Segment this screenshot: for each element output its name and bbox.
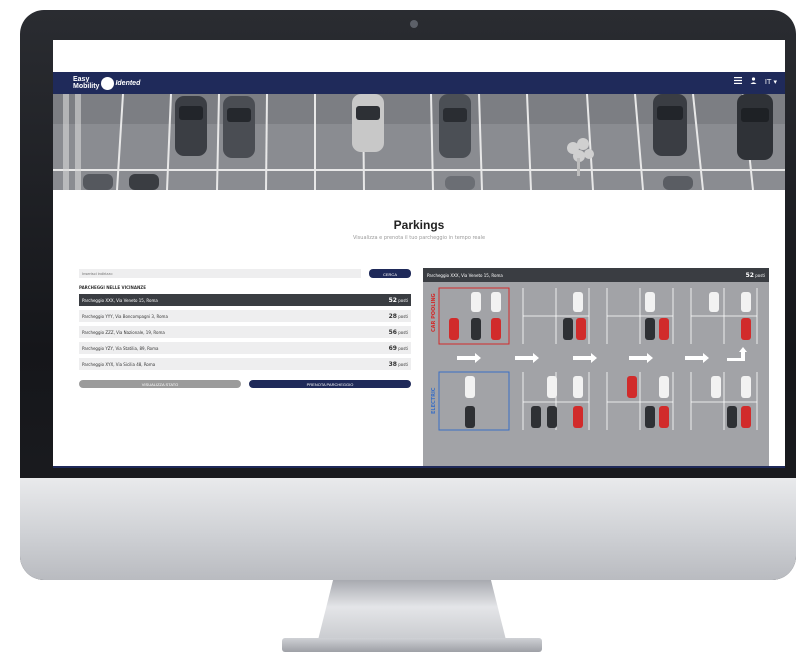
car-pooling-label: CAR POOLING [431,293,437,332]
parking-name: Parcheggio YYY, Via Boncompagni 3, Roma [82,313,168,319]
hero-banner-parking-photo [53,94,785,190]
monitor-base [282,638,542,652]
parking-count: 38 [388,360,397,368]
parking-count: 28 [388,312,397,320]
top-navbar: Easy Mobility Idented IT ▾ [53,72,785,94]
footer-band [53,466,785,468]
parking-capacity: 38 posti [389,361,408,368]
parking-count: 69 [388,344,397,352]
parking-capacity: 28 posti [389,313,408,320]
parking-capacity: 56 posti [389,329,408,336]
webcam [410,20,418,28]
parking-unit: posti [398,313,408,319]
monitor-chin [20,478,796,580]
chevron-down-icon: ▾ [771,77,777,86]
book-parking-button[interactable]: PRENOTA PARCHEGGIO [249,380,411,388]
logo-line-2: Mobility [73,83,100,90]
view-state-button[interactable]: VISUALIZZA STATO [79,380,241,388]
screen: Easy Mobility Idented IT ▾ Parkings Visu… [53,40,785,468]
logo[interactable]: Easy Mobility Idented [73,74,140,92]
search-button[interactable]: CERCA [369,269,411,278]
parking-capacity: 69 posti [389,345,408,352]
parking-list-item[interactable]: Parcheggio XXX, Via Veneto 15, Roma 52 p… [79,294,411,306]
parking-capacity: 52 posti [389,297,408,304]
page-title: Parkings [393,218,445,232]
page-subtitle: Visualizza e prenota il tuo parcheggio i… [352,235,486,241]
parking-name: Parcheggio YZY, Via Statilia, 89, Roma [82,345,159,351]
monitor-stand [318,580,506,640]
parking-name: Parcheggio XXX, Via Veneto 15, Roma [82,297,158,303]
parking-count: 56 [388,328,397,336]
language-selector[interactable]: IT ▾ [765,78,777,86]
user-icon[interactable] [750,77,757,86]
parking-map-header: Parcheggio XXX, Via Veneto 15, Roma 52 p… [423,268,769,282]
parking-name: Parcheggio ZZZ, Via Nazionale, 19, Roma [82,329,165,335]
parking-list-item[interactable]: Parcheggio ZZZ, Via Nazionale, 19, Roma … [79,326,411,338]
electric-label: ELECTRIC [431,387,437,414]
parking-list-item[interactable]: Parcheggio YZY, Via Statilia, 89, Roma 6… [79,342,411,354]
parking-list-item[interactable]: Parcheggio XYX, Via Sicilia 48, Roma 38 … [79,358,411,370]
parking-map-capacity: 52 posti [746,272,765,279]
parking-list-item[interactable]: Parcheggio YYY, Via Boncompagni 3, Roma … [79,310,411,322]
parking-list: Parcheggio XXX, Via Veneto 15, Roma 52 p… [79,294,411,374]
parking-unit: posti [398,297,408,303]
parking-map-title: Parcheggio XXX, Via Veneto 15, Roma [427,272,503,278]
parking-name: Parcheggio XYX, Via Sicilia 48, Roma [82,361,156,367]
logo-line-1: Easy [73,76,90,83]
logo-brand: Idented [115,79,141,87]
menu-icon[interactable] [733,77,742,86]
parking-unit: posti [398,329,408,335]
nearby-parkings-header: PARCHEGGI NELLE VICINANZE [79,285,146,290]
parking-layout-map[interactable]: CAR POOLING ELECTRIC [423,282,769,468]
parking-unit: posti [398,345,408,351]
parking-unit: posti [398,361,408,367]
parking-map-unit: posti [755,272,765,278]
parking-map-panel: Parcheggio XXX, Via Veneto 15, Roma 52 p… [423,268,769,468]
parking-map-count: 52 [745,271,754,279]
parking-count: 52 [388,296,397,304]
address-search-input[interactable] [79,269,361,278]
logo-mark-icon [101,76,115,90]
